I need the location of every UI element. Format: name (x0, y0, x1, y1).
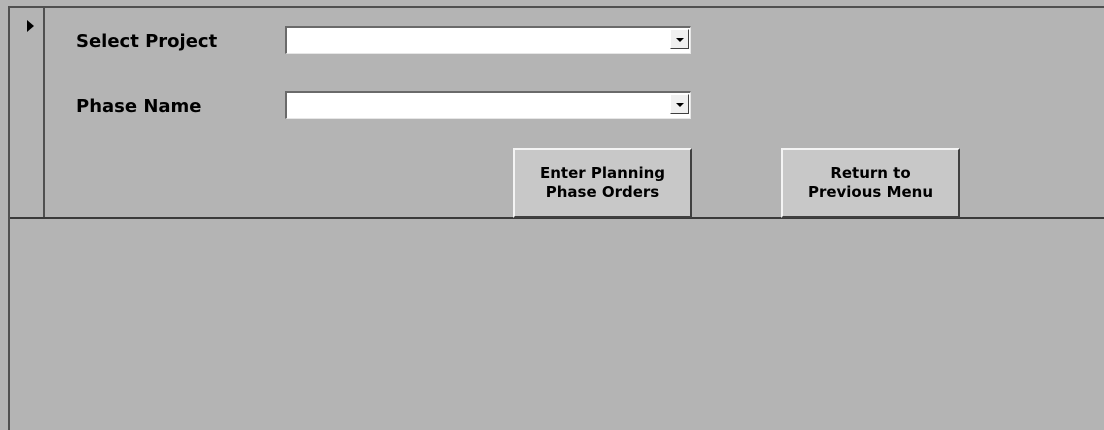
record-selector[interactable] (10, 8, 45, 218)
form-window: Select Project Phase Name Enter Planning… (0, 0, 1104, 430)
select-project-label: Select Project (76, 31, 218, 52)
enter-planning-button-line2: Phase Orders (545, 183, 660, 201)
phase-name-dropdown-button[interactable] (670, 94, 689, 114)
return-button-line2: Previous Menu (807, 183, 934, 201)
return-button-line1: Return to (830, 164, 911, 182)
phase-name-label: Phase Name (76, 96, 202, 117)
chevron-down-icon (676, 103, 684, 107)
form-top-border (8, 6, 1104, 8)
select-project-combobox[interactable] (285, 26, 691, 54)
select-project-dropdown-button[interactable] (670, 29, 689, 49)
return-to-previous-menu-button[interactable]: Return to Previous Menu (781, 148, 960, 218)
enter-planning-button-line1: Enter Planning (539, 164, 666, 182)
current-record-arrow-icon (27, 20, 34, 32)
chevron-down-icon (676, 38, 684, 42)
enter-planning-phase-orders-button[interactable]: Enter Planning Phase Orders (513, 148, 692, 218)
phase-name-combobox[interactable] (285, 91, 691, 119)
